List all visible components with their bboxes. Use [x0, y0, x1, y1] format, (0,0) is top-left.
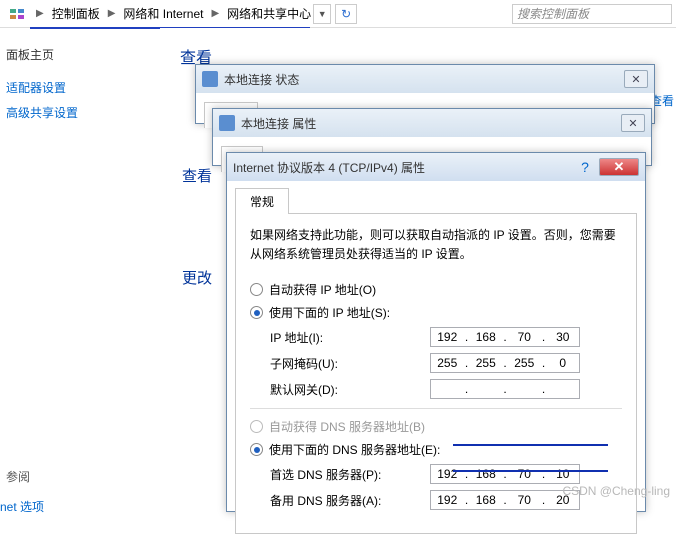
window-title: 本地连接 属性 [241, 115, 316, 132]
tab-general[interactable]: 常规 [235, 188, 289, 214]
window-ipv4-properties: Internet 协议版本 4 (TCP/IPv4) 属性 ? ✕ 常规 如果网… [226, 152, 646, 512]
titlebar[interactable]: 本地连接 属性 ✕ [213, 109, 651, 137]
chevron-right-icon[interactable]: ▶ [102, 8, 122, 19]
field-label: IP 地址(I): [270, 329, 430, 346]
breadcrumb-item[interactable]: 网络和 Internet [121, 5, 205, 22]
sidebar-link-sharing[interactable]: 高级共享设置 [6, 100, 145, 125]
radio-ip-manual[interactable]: 使用下面的 IP 地址(S): [250, 301, 622, 324]
radio-dns-manual[interactable]: 使用下面的 DNS 服务器地址(E): [250, 438, 622, 461]
titlebar[interactable]: 本地连接 状态 ✕ [196, 65, 654, 93]
control-panel-icon [8, 5, 26, 23]
field-label: 默认网关(D): [270, 381, 430, 398]
network-icon [202, 71, 218, 87]
breadcrumb-bar: ▶ 控制面板 ▶ 网络和 Internet ▶ 网络和共享中心 ▼ ↻ 搜索控制… [0, 0, 676, 28]
close-button[interactable]: ✕ [599, 158, 639, 176]
titlebar[interactable]: Internet 协议版本 4 (TCP/IPv4) 属性 ? ✕ [227, 153, 645, 181]
breadcrumb-item[interactable]: 控制面板 [50, 5, 102, 22]
subnet-mask-input[interactable]: 255.255.255.0 [430, 353, 580, 373]
separator [250, 408, 622, 409]
section-label-change: 更改 [182, 267, 212, 288]
gateway-input[interactable]: ... [430, 379, 580, 399]
breadcrumb-item[interactable]: 网络和共享中心 [225, 5, 313, 22]
radio-label: 使用下面的 IP 地址(S): [269, 304, 390, 321]
close-button[interactable]: ✕ [624, 70, 648, 88]
sidebar-link-ie-options[interactable]: net 选项 [0, 494, 44, 519]
search-input[interactable]: 搜索控制面板 [512, 4, 672, 24]
dns-secondary-input[interactable]: 192.168.70.20 [430, 490, 580, 510]
sidebar-link-adapter[interactable]: 适配器设置 [6, 75, 145, 100]
radio-label: 自动获得 IP 地址(O) [269, 281, 376, 298]
dns-primary-input[interactable]: 192.168.70.10 [430, 464, 580, 484]
radio-dns-auto: 自动获得 DNS 服务器地址(B) [250, 415, 622, 438]
window-title: 本地连接 状态 [224, 71, 299, 88]
field-default-gateway: 默认网关(D): ... [250, 376, 622, 402]
field-label: 首选 DNS 服务器(P): [270, 466, 430, 483]
search-placeholder: 搜索控制面板 [517, 5, 589, 22]
network-icon [219, 115, 235, 131]
field-label: 子网掩码(U): [270, 355, 430, 372]
close-button[interactable]: ✕ [621, 114, 645, 132]
radio-label: 使用下面的 DNS 服务器地址(E): [269, 441, 440, 458]
breadcrumb-dropdown[interactable]: ▼ [313, 4, 331, 24]
chevron-right-icon[interactable]: ▶ [30, 8, 50, 19]
field-label: 备用 DNS 服务器(A): [270, 492, 430, 509]
field-subnet-mask: 子网掩码(U): 255.255.255.0 [250, 350, 622, 376]
chevron-right-icon[interactable]: ▶ [205, 8, 225, 19]
ip-address-input[interactable]: 192.168.70.30 [430, 327, 580, 347]
sidebar-see-also: 参阅 [6, 468, 30, 485]
description-text: 如果网络支持此功能，则可以获取自动指派的 IP 设置。否则，您需要从网络系统管理… [250, 226, 622, 264]
refresh-button[interactable]: ↻ [335, 4, 357, 24]
radio-label: 自动获得 DNS 服务器地址(B) [269, 418, 425, 435]
sidebar-home[interactable]: 面板主页 [6, 46, 145, 75]
sidebar: 面板主页 适配器设置 高级共享设置 参阅 net 选项 [0, 28, 145, 125]
annotation-underline [453, 470, 608, 472]
field-ip-address: IP 地址(I): 192.168.70.30 [250, 324, 622, 350]
radio-ip-auto[interactable]: 自动获得 IP 地址(O) [250, 278, 622, 301]
watermark: CSDN @Cheng-ling [562, 484, 670, 498]
help-icon[interactable]: ? [575, 159, 595, 175]
annotation-underline [453, 444, 608, 446]
section-label-view: 查看 [182, 165, 212, 186]
window-title: Internet 协议版本 4 (TCP/IPv4) 属性 [233, 159, 425, 176]
